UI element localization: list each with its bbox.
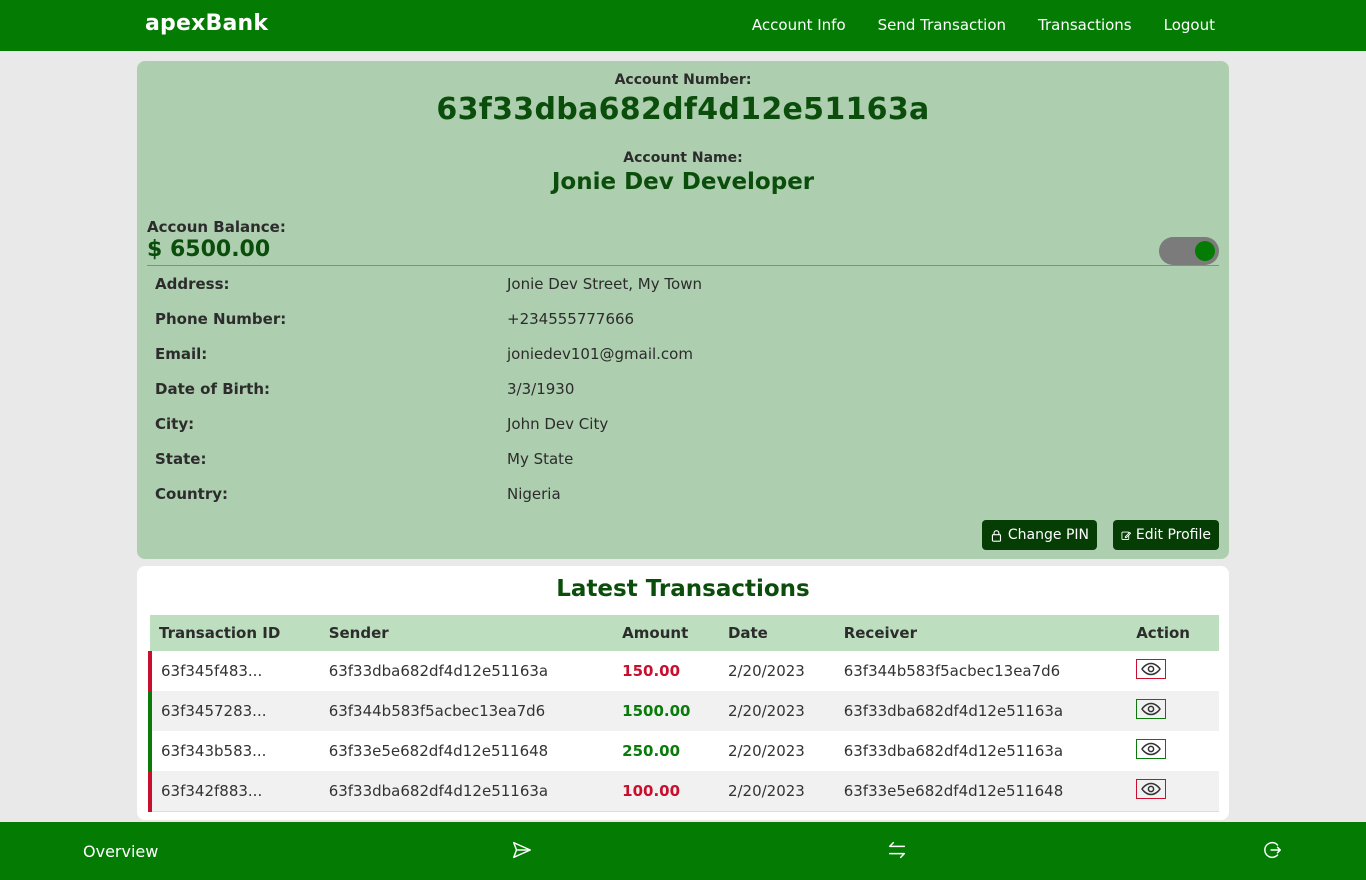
action-cell <box>1127 771 1219 812</box>
transactions-card: Latest Transactions Transaction ID Sende… <box>137 566 1229 820</box>
receiver-cell: 63f33dba682df4d12e51163a <box>834 731 1128 771</box>
detail-label: Email: <box>155 345 208 363</box>
account-name: Jonie Dev Developer <box>551 169 815 195</box>
change-pin-button[interactable]: Change PIN <box>982 520 1097 550</box>
amount-cell: 1500.00 <box>613 691 719 731</box>
sender-cell: 63f33dba682df4d12e51163a <box>319 771 614 812</box>
account-number-label: Account Number: <box>614 72 752 88</box>
view-transaction-button[interactable] <box>1136 699 1167 719</box>
account-details: Address: Jonie Dev Street, My Town Phone… <box>155 272 1215 517</box>
divider <box>147 265 1219 266</box>
toggle-knob <box>1195 241 1215 261</box>
detail-value: +234555777666 <box>507 310 635 328</box>
logout-icon[interactable] <box>1261 839 1283 861</box>
detail-value: Nigeria <box>507 485 561 503</box>
action-cell <box>1127 651 1219 691</box>
table-header-row: Transaction ID Sender Amount Date Receiv… <box>150 615 1219 651</box>
detail-row-country: Country: Nigeria <box>155 482 1215 517</box>
balance-label: Accoun Balance: <box>147 218 286 236</box>
detail-row-dob: Date of Birth: 3/3/1930 <box>155 377 1215 412</box>
detail-label: City: <box>155 415 195 433</box>
transaction-id-cell: 63f345f483... <box>148 651 320 691</box>
account-name-label: Account Name: <box>623 150 743 166</box>
balance-visibility-toggle[interactable] <box>1159 237 1219 265</box>
eye-icon <box>1141 662 1162 676</box>
column-header: Action <box>1127 615 1219 651</box>
action-cell <box>1127 731 1219 771</box>
table-row: 63f3457283... 63f344b583f5acbec13ea7d6 150… <box>148 691 1219 731</box>
brand-logo[interactable]: apexBank <box>145 11 268 36</box>
receiver-cell: 63f33dba682df4d12e51163a <box>834 691 1128 731</box>
column-header: Transaction ID <box>150 615 320 651</box>
detail-label: Phone Number: <box>155 310 287 328</box>
date-cell: 2/20/2023 <box>718 651 835 691</box>
view-transaction-button[interactable] <box>1136 778 1167 799</box>
send-icon[interactable] <box>511 839 533 861</box>
nav-account-info[interactable]: Account Info <box>752 16 846 34</box>
top-nav: Account Info Send Transaction Transactio… <box>752 16 1215 34</box>
amount-cell: 150.00 <box>613 651 719 691</box>
detail-label: State: <box>155 450 207 468</box>
nav-transactions[interactable]: Transactions <box>1038 16 1132 34</box>
table-row: 63f343b583... 63f33e5e682df4d12e511648 250… <box>148 731 1219 771</box>
transaction-id-cell: 63f342f883... <box>148 771 320 812</box>
action-cell <box>1127 691 1219 731</box>
date-cell: 2/20/2023 <box>718 691 835 731</box>
amount-cell: 100.00 <box>613 771 719 812</box>
transaction-id-cell: 63f3457283... <box>148 691 320 731</box>
detail-row-email: Email: joniedev101@gmail.com <box>155 342 1215 377</box>
column-header: Sender <box>319 615 614 651</box>
change-pin-label: Change PIN <box>1007 527 1089 543</box>
transaction-id-cell: 63f343b583... <box>148 731 320 771</box>
detail-row-city: City: John Dev City <box>155 412 1215 447</box>
edit-profile-label: Edit Profile <box>1135 527 1211 543</box>
lock-icon <box>991 529 1002 542</box>
transactions-table: Transaction ID Sender Amount Date Receiv… <box>148 615 1219 812</box>
eye-icon <box>1141 742 1162 756</box>
bottom-nav-overview[interactable]: Overview <box>83 842 158 861</box>
top-navbar: apexBank Account Info Send Transaction T… <box>0 0 1366 51</box>
table-row: 63f342f883... 63f33dba682df4d12e51163a 100… <box>148 771 1219 812</box>
column-header: Receiver <box>834 615 1128 651</box>
balance-value: $ 6500.00 <box>147 237 271 262</box>
view-transaction-button[interactable] <box>1136 739 1167 759</box>
view-transaction-button[interactable] <box>1136 659 1167 679</box>
column-header: Date <box>718 615 835 651</box>
amount-cell: 250.00 <box>613 731 719 771</box>
edit-profile-button[interactable]: Edit Profile <box>1113 520 1219 550</box>
column-header: Amount <box>613 615 719 651</box>
detail-value: joniedev101@gmail.com <box>507 345 693 363</box>
sender-cell: 63f344b583f5acbec13ea7d6 <box>319 691 614 731</box>
detail-row-phone: Phone Number: +234555777666 <box>155 307 1215 342</box>
bottom-navbar: Overview <box>0 822 1366 880</box>
date-cell: 2/20/2023 <box>718 731 835 771</box>
detail-row-address: Address: Jonie Dev Street, My Town <box>155 272 1215 307</box>
sender-cell: 63f33dba682df4d12e51163a <box>319 651 614 691</box>
eye-icon <box>1141 702 1162 716</box>
transactions-title: Latest Transactions <box>556 576 810 602</box>
account-card: Account Number: 63f33dba682df4d12e51163a… <box>137 61 1229 559</box>
detail-value: 3/3/1930 <box>507 380 575 398</box>
receiver-cell: 63f33e5e682df4d12e511648 <box>834 771 1128 812</box>
detail-value: John Dev City <box>507 415 609 433</box>
date-cell: 2/20/2023 <box>718 771 835 812</box>
edit-icon <box>1121 531 1131 540</box>
detail-value: My State <box>507 450 574 468</box>
detail-row-state: State: My State <box>155 447 1215 482</box>
account-number: 63f33dba682df4d12e51163a <box>436 92 930 127</box>
detail-label: Address: <box>155 275 230 293</box>
nav-send-transaction[interactable]: Send Transaction <box>878 16 1006 34</box>
eye-icon <box>1141 782 1162 796</box>
receiver-cell: 63f344b583f5acbec13ea7d6 <box>834 651 1128 691</box>
detail-label: Date of Birth: <box>155 380 271 398</box>
nav-logout[interactable]: Logout <box>1164 16 1215 34</box>
detail-label: Country: <box>155 485 229 503</box>
sender-cell: 63f33e5e682df4d12e511648 <box>319 731 614 771</box>
table-row: 63f345f483... 63f33dba682df4d12e51163a 150… <box>148 651 1219 691</box>
transfer-arrows-icon[interactable] <box>886 839 908 861</box>
detail-value: Jonie Dev Street, My Town <box>507 275 702 293</box>
